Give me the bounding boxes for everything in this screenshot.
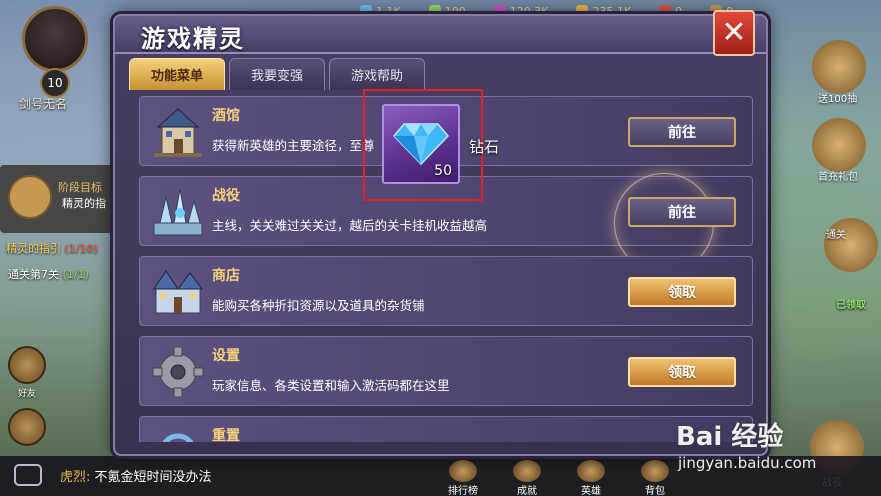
tavern-icon: [154, 108, 202, 157]
clear-stage-label: 通关: [826, 230, 846, 241]
nav-ranking[interactable]: 排行榜: [440, 460, 486, 496]
reset-icon: [162, 433, 194, 442]
quest-title: 精灵的指: [62, 197, 106, 210]
claim-settings-button[interactable]: 领取: [628, 357, 736, 387]
friends-button[interactable]: [8, 346, 46, 384]
player-level-badge: 10: [40, 68, 70, 98]
reward-item[interactable]: 50: [382, 104, 460, 184]
dialog-tabs: 功能菜单 我要变强 游戏帮助: [129, 58, 425, 90]
watermark-url: jingyan.baidu.com: [678, 454, 817, 472]
tab-get-stronger[interactable]: 我要变强: [229, 58, 325, 90]
player-name: 剑号无名: [18, 97, 67, 111]
claimed-badge: 已领取: [836, 300, 866, 311]
guide-progress: 精灵的指引 (1/10): [6, 242, 98, 255]
row-title: 战役: [212, 188, 240, 204]
goto-campaign-button[interactable]: 前往: [628, 197, 736, 227]
chat-bubble-icon[interactable]: [14, 464, 42, 486]
row-description: 玩家信息、各类设置和输入激活码都在这里: [212, 378, 450, 393]
row-title: 酒馆: [212, 108, 240, 124]
avatar[interactable]: [22, 6, 88, 72]
list-item-shop: 商店 能购买各种折扣资源以及道具的杂货铺 领取: [139, 256, 753, 326]
game-sprite-dialog: 游戏精灵 ✕ 功能菜单 我要变强 游戏帮助 酒馆 获得新英雄的主要途径，至尊 前…: [113, 10, 768, 456]
row-title: 设置: [212, 348, 240, 364]
chat-message: 虎烈: 不氪金短时间没办法: [60, 470, 212, 485]
dialog-header: 游戏精灵: [115, 16, 766, 54]
claim-shop-button[interactable]: 领取: [628, 277, 736, 307]
reward-count: 50: [434, 163, 452, 179]
nav-achievements[interactable]: 成就: [504, 460, 550, 496]
mail-button[interactable]: [8, 408, 46, 446]
quest-portrait-icon: [8, 175, 52, 219]
baidu-watermark: Bai 经验: [676, 422, 784, 452]
dialog-title: 游戏精灵: [141, 25, 245, 53]
nav-heroes[interactable]: 英雄: [568, 460, 614, 496]
close-button[interactable]: ✕: [713, 10, 755, 56]
bottom-nav: 排行榜 成就 英雄 背包: [440, 460, 678, 496]
list-item-reset: 重置: [139, 416, 753, 442]
quest-panel[interactable]: 阶段目标 精灵的指: [0, 165, 120, 233]
row-title: 重置: [212, 428, 240, 442]
first-recharge-button[interactable]: [812, 118, 866, 172]
draw-reward-label: 送100抽: [818, 94, 858, 105]
gear-icon: [152, 346, 204, 398]
shop-icon: [153, 270, 203, 314]
goto-tavern-button[interactable]: 前往: [628, 117, 736, 147]
nav-bag[interactable]: 背包: [632, 460, 678, 496]
row-description: 能购买各种折扣资源以及道具的杂货铺: [212, 298, 425, 313]
tab-game-help[interactable]: 游戏帮助: [329, 58, 425, 90]
row-title: 商店: [212, 268, 240, 284]
list-item-settings: 设置 玩家信息、各类设置和输入激活码都在这里 领取: [139, 336, 753, 406]
tab-function-menu[interactable]: 功能菜单: [129, 58, 225, 90]
draw-reward-button[interactable]: [812, 40, 866, 94]
campaign-icon: [153, 188, 203, 236]
reward-name: 钻石: [469, 138, 500, 156]
row-description: 主线，关关难过关关过，越后的关卡挂机收益越高: [212, 218, 488, 233]
first-recharge-label: 首充礼包: [818, 172, 858, 183]
friends-label: 好友: [18, 389, 37, 399]
close-icon: ✕: [721, 15, 747, 50]
chapter-progress: 通关第7关 (1/1): [8, 268, 89, 281]
quest-header: 阶段目标: [58, 181, 102, 194]
row-description: 获得新英雄的主要途径，至尊: [212, 138, 375, 153]
